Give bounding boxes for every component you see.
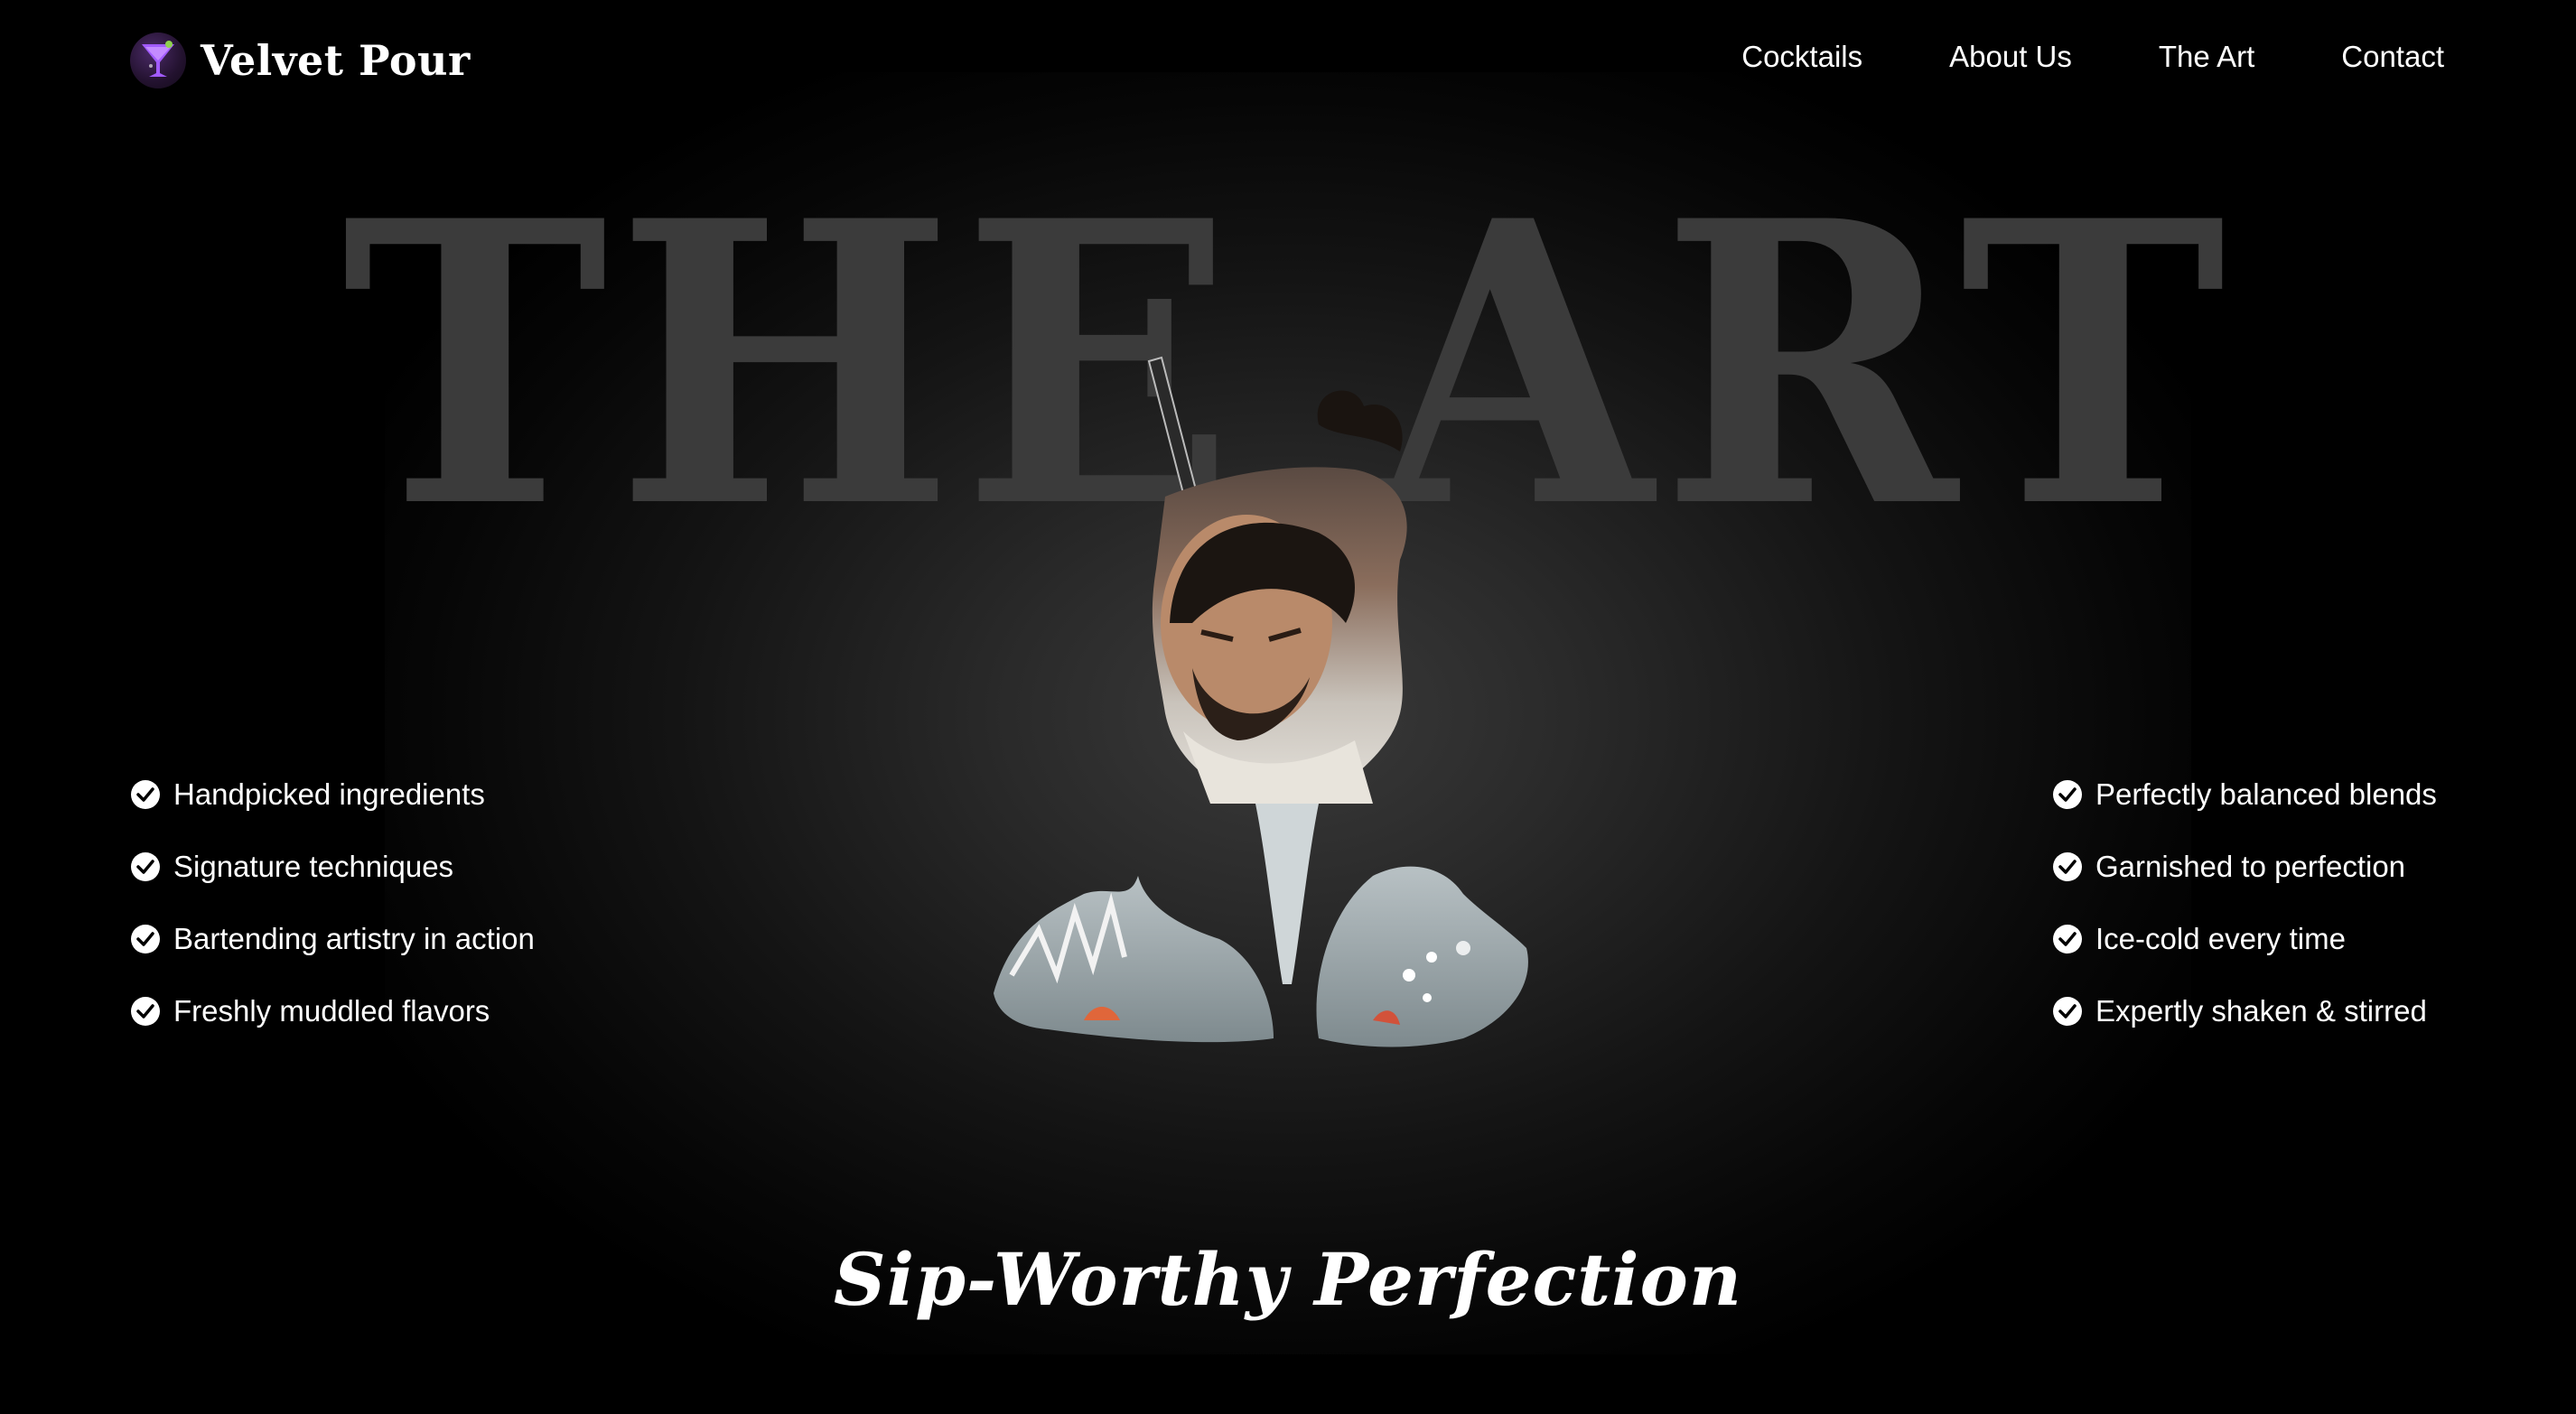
brand-logo[interactable]: Velvet Pour [130, 33, 471, 88]
feature-label: Bartending artistry in action [173, 922, 535, 955]
feature-label: Perfectly balanced blends [2095, 777, 2437, 811]
check-circle-icon [2053, 997, 2082, 1026]
nav-item-cocktails[interactable]: Cocktails [1741, 40, 1862, 74]
feature-label: Freshly muddled flavors [173, 994, 490, 1028]
feature-label: Handpicked ingredients [173, 777, 485, 811]
nav-item-contact[interactable]: Contact [2341, 40, 2444, 74]
check-circle-icon [2053, 780, 2082, 809]
check-circle-icon [131, 780, 160, 809]
bartender-glass-image [994, 356, 1528, 1047]
section-headline: Sip-Worthy Perfection [833, 1237, 1743, 1322]
check-circle-icon [131, 925, 160, 954]
check-circle-icon [2053, 925, 2082, 954]
feature-item: Ice-cold every time [2052, 903, 2437, 975]
features-left-list: Handpicked ingredients Signature techniq… [130, 758, 535, 1047]
cocktail-glass-icon [130, 33, 186, 88]
nav-item-about-us[interactable]: About Us [1949, 40, 2072, 74]
brand-name: Velvet Pour [201, 36, 471, 85]
feature-item: Garnished to perfection [2052, 831, 2437, 903]
feature-item: Signature techniques [130, 831, 535, 903]
features-right-list: Perfectly balanced blends Garnished to p… [2052, 758, 2437, 1047]
feature-item: Bartending artistry in action [130, 903, 535, 975]
check-circle-icon [131, 997, 160, 1026]
nav-item-the-art[interactable]: The Art [2159, 40, 2254, 74]
feature-label: Garnished to perfection [2095, 850, 2406, 883]
feature-item: Perfectly balanced blends [2052, 758, 2437, 831]
feature-label: Ice-cold every time [2095, 922, 2346, 955]
check-circle-icon [131, 852, 160, 881]
feature-label: Signature techniques [173, 850, 454, 883]
feature-item: Handpicked ingredients [130, 758, 535, 831]
feature-item: Expertly shaken & stirred [2052, 975, 2437, 1047]
check-circle-icon [2053, 852, 2082, 881]
feature-label: Expertly shaken & stirred [2095, 994, 2427, 1028]
feature-item: Freshly muddled flavors [130, 975, 535, 1047]
main-nav: Cocktails About Us The Art Contact [1741, 40, 2444, 74]
